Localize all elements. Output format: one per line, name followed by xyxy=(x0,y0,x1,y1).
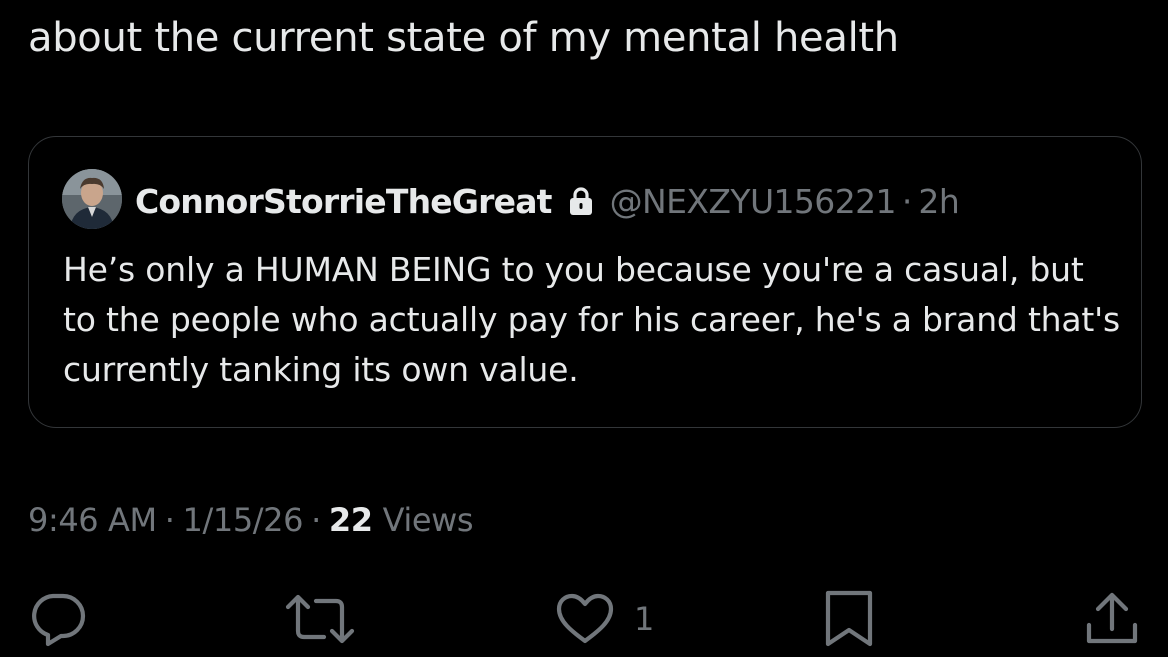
tweet-time[interactable]: 9:46 AM xyxy=(28,501,157,539)
bookmark-button[interactable] xyxy=(823,584,875,654)
bookmark-icon xyxy=(823,589,875,649)
reply-icon xyxy=(28,591,88,647)
action-bar: 1 xyxy=(0,584,1168,654)
quoted-tweet-card[interactable]: ConnorStorrieTheGreat @NEXZYU156221 · 2h… xyxy=(28,136,1142,428)
separator-dot: · xyxy=(164,501,175,539)
views-label: Views xyxy=(382,501,474,539)
tweet-text: about the current state of my mental hea… xyxy=(28,15,899,61)
share-button[interactable] xyxy=(1084,584,1140,654)
separator-dot: · xyxy=(311,501,321,539)
avatar[interactable] xyxy=(62,169,122,229)
author-handle[interactable]: @NEXZYU156221 xyxy=(610,182,897,221)
retweet-icon xyxy=(284,591,356,647)
author-name[interactable]: ConnorStorrieTheGreat xyxy=(135,182,552,221)
views-count: 22 xyxy=(328,501,373,539)
quoted-tweet-text: He’s only a HUMAN BEING to you because y… xyxy=(63,250,1121,389)
lock-icon xyxy=(568,186,594,216)
quote-header: ConnorStorrieTheGreat @NEXZYU156221 · 2h xyxy=(135,177,960,225)
tweet-meta: 9:46 AM · 1/15/26 · 22 Views xyxy=(28,496,474,544)
retweet-button[interactable] xyxy=(284,584,356,654)
like-icon xyxy=(554,591,616,647)
separator-dot: · xyxy=(901,181,913,221)
timestamp-relative[interactable]: 2h xyxy=(918,182,959,221)
share-icon xyxy=(1084,589,1140,649)
like-count: 1 xyxy=(634,600,655,638)
reply-button[interactable] xyxy=(28,584,88,654)
tweet-date[interactable]: 1/15/26 xyxy=(183,501,304,539)
like-button[interactable]: 1 xyxy=(554,584,654,654)
